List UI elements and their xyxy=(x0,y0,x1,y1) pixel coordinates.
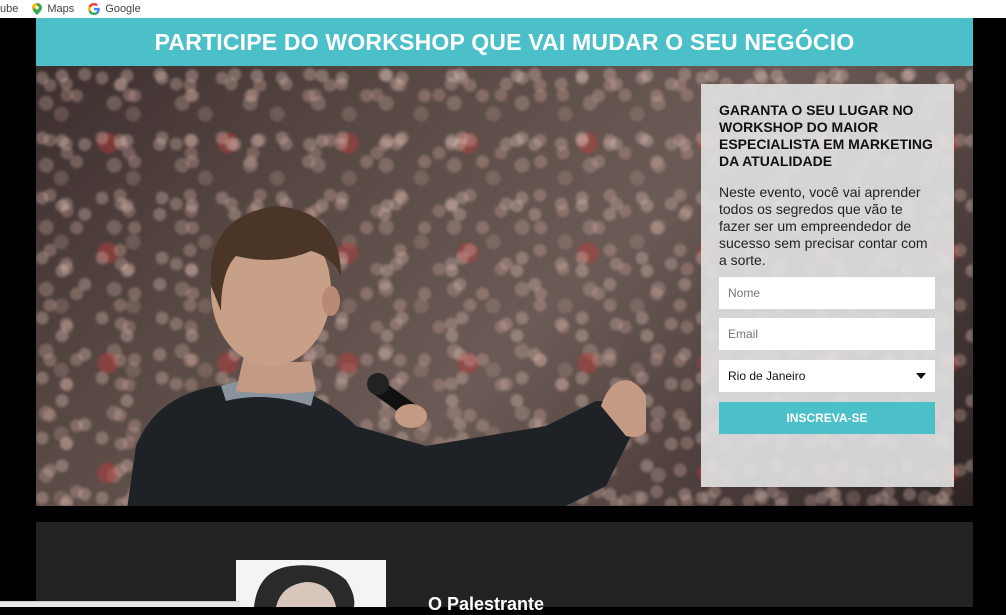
speaker-section-title: O Palestrante xyxy=(428,594,545,614)
subscribe-button[interactable]: INSCREVA-SE xyxy=(719,402,935,434)
name-input[interactable] xyxy=(719,277,935,309)
speaker-photo xyxy=(236,560,386,607)
bookmark-youtube[interactable]: ube xyxy=(0,3,18,15)
form-heading: GARANTA O SEU LUGAR NO WORKSHOP DO MAIOR… xyxy=(719,102,933,169)
signup-form-panel: GARANTA O SEU LUGAR NO WORKSHOP DO MAIOR… xyxy=(701,84,954,487)
email-input[interactable] xyxy=(719,318,935,350)
bookmark-maps-label: Maps xyxy=(47,3,75,15)
bookmark-maps[interactable]: Maps xyxy=(32,3,74,15)
form-description: Neste evento, você vai aprender todos os… xyxy=(719,184,928,268)
hero-section: GARANTA O SEU LUGAR NO WORKSHOP DO MAIOR… xyxy=(36,66,973,506)
chevron-down-icon xyxy=(916,373,926,379)
maps-pin-icon xyxy=(32,3,43,15)
bookmark-youtube-label: ube xyxy=(0,3,19,15)
page-title-banner: PARTICIPE DO WORKSHOP QUE VAI MUDAR O SE… xyxy=(36,18,973,66)
bookmark-google[interactable]: Google xyxy=(88,3,141,15)
speaker-image xyxy=(127,206,646,506)
status-bar xyxy=(0,601,240,607)
page-title: PARTICIPE DO WORKSHOP QUE VAI MUDAR O SE… xyxy=(154,28,855,55)
city-select-value: Rio de Janeiro xyxy=(728,369,806,383)
speaker-portrait-icon xyxy=(236,560,386,607)
bookmark-google-label: Google xyxy=(105,3,141,15)
google-icon xyxy=(88,3,101,15)
bookmarks-bar: ube Maps Google xyxy=(0,0,1006,18)
speaker-section: O Palestrante xyxy=(36,522,973,614)
city-select[interactable]: Rio de Janeiro xyxy=(719,360,935,392)
